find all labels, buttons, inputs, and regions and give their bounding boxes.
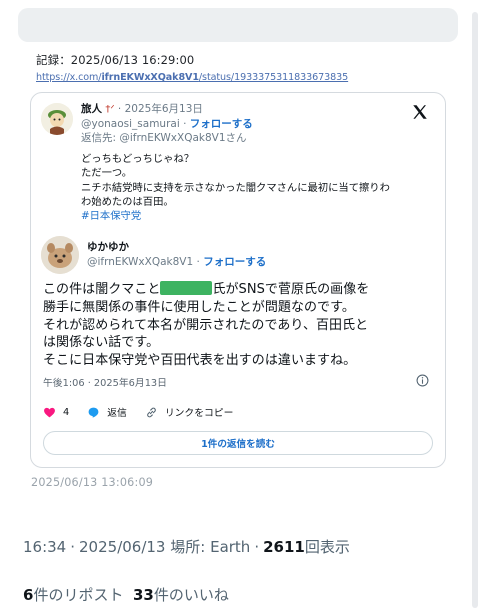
quoted-tweet-text: どっちもどっちじゃね？ ただ一つ。 ニチホ結党時に支持を示さなかった闇クマさんに…: [81, 152, 390, 223]
quoted-date-separator: ·: [117, 103, 125, 115]
tweet-actions: 4 返信 リンクをコピー: [43, 405, 251, 419]
main-line: 勝手に無関係の事件に使用したことが問題なのです。: [43, 299, 355, 315]
meta-separator: ·: [254, 538, 260, 556]
main-line: それが認められて本名が開示されたのであり、百田氏と: [43, 317, 369, 333]
main-timestamp[interactable]: 午後1:06 · 2025年6月13日: [43, 375, 167, 389]
quoted-handle[interactable]: @yonaosi_samurai: [81, 118, 180, 130]
meta-time[interactable]: 16:34: [23, 538, 66, 556]
record-label: 記録：2025/06/13 16:29:00: [36, 53, 195, 67]
x-logo-icon[interactable]: [411, 103, 429, 121]
quoted-date[interactable]: 2025年6月13日: [125, 103, 203, 115]
link-icon: [147, 407, 156, 417]
url-suffix: /status/1933375311833673835: [198, 72, 349, 83]
avatar-animal-icon: [41, 236, 79, 274]
main-text-after: 氏がSNSで菅原氏の画像を: [212, 282, 370, 297]
reply-button[interactable]: 返信: [87, 405, 127, 419]
main-follow-button[interactable]: フォローする: [203, 256, 266, 268]
record-header: 記録：2025/06/13 16:29:00 https://x.com/ifr…: [36, 52, 348, 83]
like-button[interactable]: 4: [43, 406, 69, 419]
record-url-link[interactable]: https://x.com/ifrnEKWxXQak8V1/status/193…: [36, 72, 348, 83]
quoted-line: どっちもどっちじゃね？: [81, 153, 195, 165]
views-label: 回表示: [304, 538, 350, 556]
meta-place: 場所: Earth: [170, 538, 251, 556]
reposts-stat[interactable]: 6件のリポスト: [23, 586, 123, 604]
quoted-author-name[interactable]: 旅人: [81, 103, 102, 115]
avatar[interactable]: [41, 103, 73, 135]
embedded-tweet-card[interactable]: 旅人 †ᐟ · 2025年6月13日 @yonaosi_samurai · フォ…: [30, 92, 446, 468]
top-bar: [18, 8, 458, 42]
meta-date[interactable]: 2025/06/13: [79, 538, 165, 556]
reply-label: 返信: [107, 408, 127, 419]
saved-timestamp: 2025/06/13 13:06:09: [31, 476, 154, 489]
reply-icon: [88, 407, 99, 418]
likes-count: 33: [133, 586, 154, 604]
handle-separator: ·: [183, 118, 190, 130]
url-prefix: https://x.com/: [36, 72, 102, 83]
quoted-tweet-header: 旅人 †ᐟ · 2025年6月13日 @yonaosi_samurai · フォ…: [81, 102, 253, 145]
avatar[interactable]: [41, 236, 79, 274]
quoted-reply-to[interactable]: 返信先: @ifrnEKWxXQak8V1さん: [81, 131, 253, 145]
url-user: ifrnEKWxXQak8V1: [101, 72, 199, 83]
main-tweet-text: この件は闇クマこと 氏がSNSで菅原氏の画像を 勝手に無関係の事件に使用したことが…: [43, 281, 439, 370]
likes-label: 件のいいね: [153, 586, 229, 604]
quoted-follow-button[interactable]: フォローする: [190, 118, 253, 130]
read-replies-button[interactable]: 1件の返信を読む: [43, 431, 433, 455]
copy-link-button[interactable]: リンクをコピー: [145, 405, 234, 419]
quoted-line: ニチホ結党時に支持を示さなかった闇クマさんに最初に当て擦りわ: [81, 181, 390, 194]
meta-separator: ·: [70, 538, 76, 556]
info-icon[interactable]: [416, 374, 429, 387]
copy-link-label: リンクをコピー: [164, 408, 234, 419]
main-line: そこに日本保守党や百田代表を出すのは違いますね。: [43, 353, 357, 369]
avatar-samurai-icon: [41, 103, 73, 135]
likes-stat[interactable]: 33件のいいね: [133, 586, 229, 604]
main-tweet-header: ゆかゆか @ifrnEKWxXQak8V1 · フォローする: [87, 240, 266, 270]
quoted-name-mark: †ᐟ: [105, 104, 115, 115]
redaction-mark: [160, 281, 213, 295]
main-line: は関係ない話です。: [43, 335, 160, 351]
heart-icon: [44, 407, 55, 417]
tweet-meta: 16:34 · 2025/06/13 場所: Earth · 2611回表示: [23, 536, 350, 557]
scrollbar[interactable]: [472, 12, 478, 608]
main-author-name[interactable]: ゆかゆか: [87, 240, 266, 255]
main-line: この件は闇クマこと 氏がSNSで菅原氏の画像を: [43, 281, 439, 299]
reposts-label: 件のリポスト: [33, 586, 124, 604]
main-handle[interactable]: @ifrnEKWxXQak8V1: [87, 256, 193, 268]
quoted-hashtag[interactable]: #日本保守党: [81, 209, 390, 223]
main-text-before: この件は闇クマこと: [43, 282, 161, 297]
reposts-count: 6: [23, 586, 34, 604]
quoted-line: わ始めたのは百田。: [81, 195, 174, 208]
views-count: 2611: [263, 538, 305, 556]
quoted-line: ただ一つ。: [81, 167, 133, 180]
tweet-stats: 6件のリポスト 33件のいいね: [23, 584, 229, 605]
like-count: 4: [63, 406, 70, 418]
